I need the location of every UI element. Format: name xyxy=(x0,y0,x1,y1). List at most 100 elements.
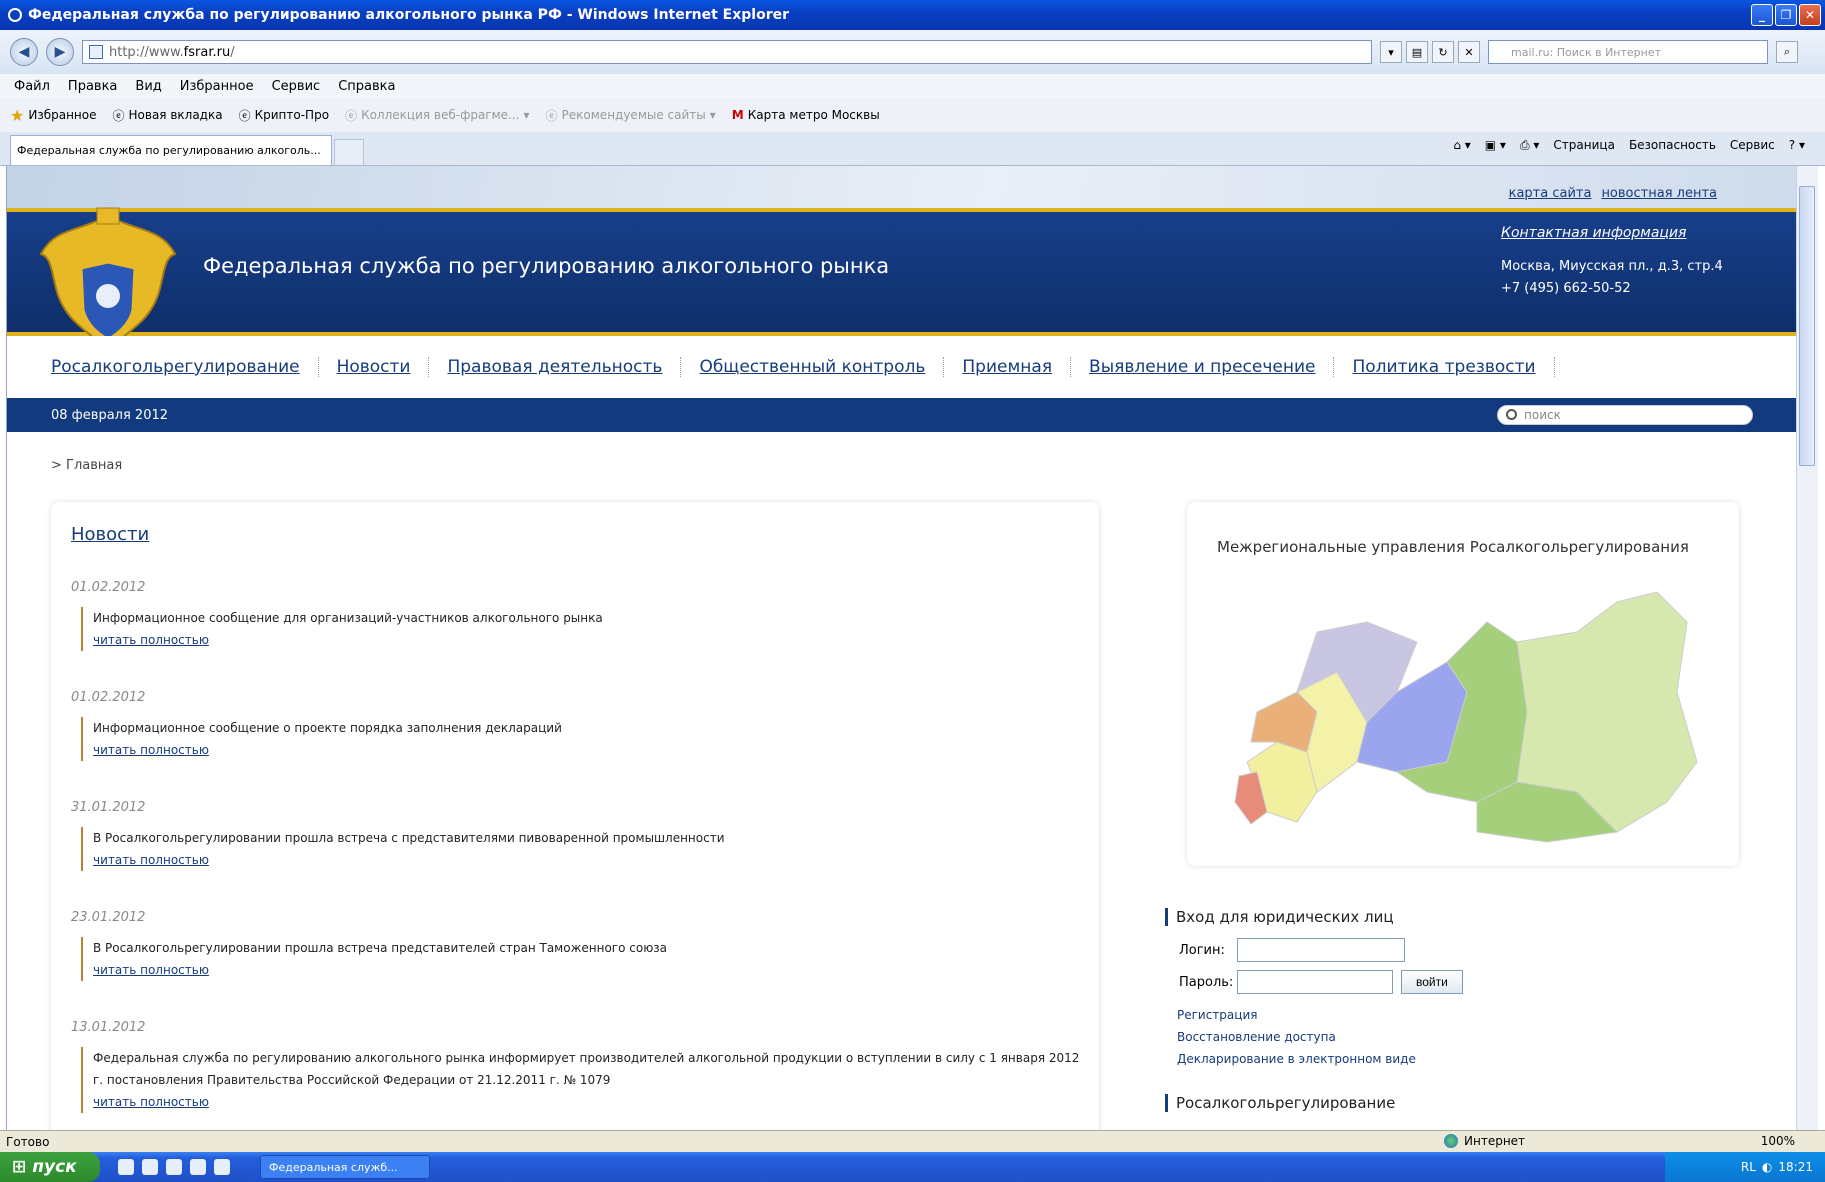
help-icon[interactable]: ? ▾ xyxy=(1789,138,1805,153)
close-button[interactable]: ✕ xyxy=(1799,4,1821,26)
address-bar[interactable]: http://www. fsrar.ru / xyxy=(82,40,1372,64)
ie-page-icon: ⓔ xyxy=(112,108,125,123)
window-title: Федеральная служба по регулированию алко… xyxy=(28,7,790,23)
vertical-scrollbar[interactable] xyxy=(1796,166,1818,1130)
fav-web-slices[interactable]: ⓔ Коллекция веб-фрагме... ▾ xyxy=(345,107,529,124)
forward-icon[interactable]: ▶ xyxy=(46,38,74,66)
clock: 18:21 xyxy=(1778,1160,1813,1174)
tab-fsrar[interactable]: Федеральная служба по регулированию алко… xyxy=(10,135,332,165)
app-icon[interactable] xyxy=(142,1159,158,1175)
cmd-safety[interactable]: Безопасность xyxy=(1629,138,1716,153)
news-item: 01.02.2012 Информационное сообщение о пр… xyxy=(71,690,1081,761)
news-text: В Росалкогольрегулировании прошла встреч… xyxy=(93,831,725,845)
feeds-icon[interactable]: ▣ ▾ xyxy=(1485,138,1506,153)
menu-view[interactable]: Вид xyxy=(135,79,161,94)
app-icon[interactable] xyxy=(190,1159,206,1175)
dropdown-icon[interactable]: ▾ xyxy=(1380,41,1402,63)
home-icon[interactable]: ⌂ ▾ xyxy=(1453,138,1470,153)
ie-page-icon: ⓔ xyxy=(345,108,358,123)
nav-rosalko[interactable]: Росалкогольрегулирование xyxy=(51,357,319,377)
restore-access-link[interactable]: Восстановление доступа xyxy=(1177,1026,1765,1048)
start-label: пуск xyxy=(32,1157,77,1177)
scrollbar-thumb[interactable] xyxy=(1799,186,1815,466)
russia-map[interactable] xyxy=(1217,562,1717,852)
password-label: Пароль: xyxy=(1179,974,1234,990)
app-icon[interactable] xyxy=(166,1159,182,1175)
menu-file[interactable]: Файл xyxy=(14,79,50,94)
menu-edit[interactable]: Правка xyxy=(68,79,117,94)
nav-public-control[interactable]: Общественный контроль xyxy=(699,357,945,377)
minimize-button[interactable]: _ xyxy=(1751,4,1773,26)
fav-label: Крипто-Про xyxy=(254,108,330,122)
fav-label: Новая вкладка xyxy=(128,108,223,122)
menu-tools[interactable]: Сервис xyxy=(272,79,321,94)
taskbar: ⊞ пуск Федеральная служб... RL ◐ 18:21 xyxy=(0,1152,1825,1182)
login-input[interactable] xyxy=(1237,938,1405,962)
date-bar: 08 февраля 2012 поиск xyxy=(7,398,1796,432)
e-declaration-link[interactable]: Декларирование в электронном виде xyxy=(1177,1048,1765,1070)
globe-icon xyxy=(1444,1134,1458,1148)
language-indicator[interactable]: RL xyxy=(1741,1160,1756,1174)
fav-crypto-pro[interactable]: ⓔ Крипто-Про xyxy=(239,107,329,124)
app-icon[interactable] xyxy=(214,1159,230,1175)
search-placeholder: поиск xyxy=(1524,408,1561,422)
zoom-level[interactable]: 100% xyxy=(1761,1134,1795,1148)
ie-page-icon: ⓔ xyxy=(238,108,251,123)
nav-reception[interactable]: Приемная xyxy=(962,357,1072,377)
nav-detection[interactable]: Выявление и пресечение xyxy=(1089,357,1335,377)
stop-icon[interactable]: ✕ xyxy=(1458,41,1480,63)
fav-metro-map[interactable]: M Карта метро Москвы xyxy=(732,108,880,122)
news-text: Информационное сообщение для организаций… xyxy=(93,611,603,625)
taskbar-item-ie[interactable]: Федеральная служб... xyxy=(260,1155,430,1179)
page-viewport: карта сайта новостная лента Федеральная … xyxy=(6,166,1796,1130)
ie-logo-icon xyxy=(8,8,22,22)
ie-icon[interactable] xyxy=(118,1159,134,1175)
site-search-input[interactable]: поиск xyxy=(1497,405,1753,425)
favorites-bar: ★ Избранное ⓔ Новая вкладка ⓔ Крипто-Про ⓔ К… xyxy=(0,98,1825,132)
breadcrumb[interactable]: > Главная xyxy=(51,458,122,473)
search-icon[interactable]: ⌕ xyxy=(1776,41,1798,63)
read-more-link[interactable]: читать полностью xyxy=(93,629,1081,651)
map-heading: Межрегиональные управления Росалкогольре… xyxy=(1217,538,1689,556)
news-text: В Росалкогольрегулировании прошла встреч… xyxy=(93,941,668,955)
start-button[interactable]: ⊞ пуск xyxy=(0,1152,100,1182)
maximize-button[interactable]: ❐ xyxy=(1775,4,1797,26)
compat-view-icon[interactable]: ▤ xyxy=(1406,41,1428,63)
login-heading: Вход для юридических лиц xyxy=(1165,908,1765,926)
fav-suggested-sites[interactable]: ⓔ Рекомендуемые сайты ▾ xyxy=(546,107,716,124)
search-input[interactable]: mail.ru: Поиск в Интернет xyxy=(1488,40,1768,64)
read-more-link[interactable]: читать полностью xyxy=(93,1091,1081,1113)
metro-icon: M xyxy=(731,108,744,122)
read-more-link[interactable]: читать полностью xyxy=(93,959,1081,981)
sitemap-link[interactable]: карта сайта xyxy=(1509,186,1592,201)
read-more-link[interactable]: читать полностью xyxy=(93,739,1081,761)
login-button[interactable]: войти xyxy=(1401,970,1463,994)
refresh-icon[interactable]: ↻ xyxy=(1432,41,1454,63)
news-item: 01.02.2012 Информационное сообщение для … xyxy=(71,580,1081,651)
print-icon[interactable]: ⎙ ▾ xyxy=(1520,138,1539,153)
page-icon xyxy=(89,45,103,59)
menu-help[interactable]: Справка xyxy=(338,79,395,94)
nav-legal[interactable]: Правовая деятельность xyxy=(447,357,682,377)
cmd-page[interactable]: Страница xyxy=(1553,138,1615,153)
back-icon[interactable]: ◀ xyxy=(10,38,38,66)
news-date: 01.02.2012 xyxy=(71,690,146,705)
register-link[interactable]: Регистрация xyxy=(1177,1004,1765,1026)
news-heading[interactable]: Новости xyxy=(71,524,149,545)
status-bar: Готово Интернет 100% xyxy=(0,1130,1825,1152)
nav-news[interactable]: Новости xyxy=(337,357,430,377)
new-tab-button[interactable] xyxy=(334,139,364,165)
read-more-link[interactable]: читать полностью xyxy=(93,849,1081,871)
security-zone: Интернет xyxy=(1464,1134,1526,1148)
cmd-tools[interactable]: Сервис xyxy=(1730,138,1775,153)
menu-favorites[interactable]: Избранное xyxy=(180,79,254,94)
command-bar: ⌂ ▾ ▣ ▾ ⎙ ▾ Страница Безопасность Сервис… xyxy=(1453,138,1805,153)
news-item: 13.01.2012 Федеральная служба по регулир… xyxy=(71,1020,1081,1113)
tray-icon[interactable]: ◐ xyxy=(1762,1160,1772,1174)
fav-new-tab[interactable]: ⓔ Новая вкладка xyxy=(113,107,223,124)
password-input[interactable] xyxy=(1237,970,1393,994)
news-feed-link[interactable]: новостная лента xyxy=(1601,186,1717,201)
contact-heading[interactable]: Контактная информация xyxy=(1501,222,1723,244)
favorites-button[interactable]: ★ Избранное xyxy=(10,106,97,125)
nav-sobriety[interactable]: Политика трезвости xyxy=(1352,357,1555,377)
